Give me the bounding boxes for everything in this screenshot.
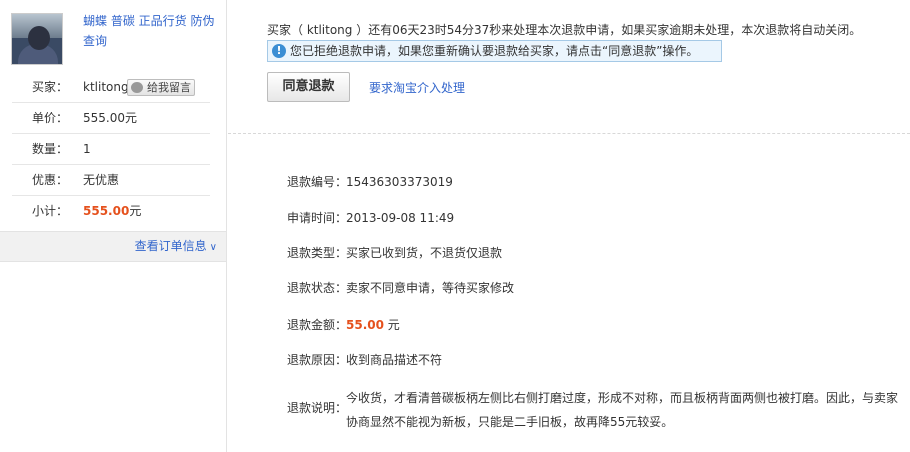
- refund-amount-unit: 元: [387, 318, 400, 332]
- unit-price-row: 单价： 555.00元: [12, 103, 210, 134]
- refund-description-label: 退款说明：: [287, 401, 348, 415]
- subtotal-row: 小计： 555.00元: [12, 196, 210, 227]
- refund-amount: 55.00: [346, 318, 384, 332]
- chevron-down-icon: ∨: [209, 242, 217, 253]
- agree-refund-button[interactable]: 同意退款: [267, 72, 350, 102]
- discount-value: 无优惠: [83, 173, 120, 187]
- refusal-tip-text: 您已拒绝退款申请，如果您重新确认要退款给买家，请点击“同意退款”操作。: [290, 44, 699, 58]
- buyer-row: 买家： ktlitong 给我留言: [12, 72, 210, 103]
- discount-label: 优惠：: [32, 173, 69, 187]
- refund-status-label: 退款状态：: [287, 281, 348, 295]
- quantity-value: 1: [83, 142, 91, 156]
- discount-row: 优惠： 无优惠: [12, 165, 210, 196]
- product-thumbnail[interactable]: [11, 13, 63, 65]
- section-divider: [228, 133, 910, 134]
- order-info-bar: 查看订单信息 ∨: [0, 231, 226, 262]
- leave-message-label: 给我留言: [147, 81, 191, 94]
- refund-type-label: 退款类型：: [287, 246, 348, 260]
- buyer-label: 买家：: [32, 80, 69, 94]
- request-intervention-link[interactable]: 要求淘宝介入处理: [369, 80, 465, 96]
- product-summary: 蝴蝶 普碳 正品行货 防伪查询: [0, 0, 227, 72]
- message-icon: [131, 82, 143, 93]
- subtotal-unit: 元: [129, 204, 142, 218]
- view-order-label: 查看订单信息: [134, 239, 207, 253]
- quantity-row: 数量： 1: [12, 134, 210, 165]
- refund-id-value: 15436303373019: [346, 175, 453, 189]
- subtotal-label: 小计：: [32, 204, 69, 218]
- order-sidebar: 蝴蝶 普碳 正品行货 防伪查询 买家： ktlitong 给我留言 单价： 55…: [0, 0, 227, 452]
- refund-amount-value: 55.00 元: [346, 315, 899, 335]
- refusal-tip: ! 您已拒绝退款申请，如果您重新确认要退款给买家，请点击“同意退款”操作。: [267, 40, 722, 62]
- subtotal-value: 555.00元: [83, 196, 141, 227]
- info-icon: !: [272, 44, 286, 58]
- refund-description-value: 今收货，才看清普碳板柄左侧比右侧打磨过度，形成不对称，而且板柄背面两侧也被打磨。…: [346, 391, 899, 429]
- unit-price-label: 单价：: [32, 111, 69, 125]
- quantity-label: 数量：: [32, 142, 69, 156]
- apply-time-label: 申请时间：: [287, 211, 348, 225]
- refund-id-label: 退款编号：: [287, 175, 348, 189]
- refund-reason-label: 退款原因：: [287, 353, 348, 367]
- refund-amount-label: 退款金额：: [287, 318, 348, 332]
- view-order-link[interactable]: 查看订单信息 ∨: [135, 238, 217, 256]
- product-title-link[interactable]: 蝴蝶 普碳 正品行货 防伪查询: [83, 11, 218, 51]
- refund-reason-value: 收到商品描述不符: [346, 353, 443, 367]
- unit-price-value: 555.00元: [83, 111, 137, 125]
- refund-status-value: 卖家不同意申请，等待买家修改: [346, 281, 515, 295]
- subtotal-amount: 555.00: [83, 204, 130, 218]
- leave-message-button[interactable]: 给我留言: [127, 79, 195, 96]
- buyer-name-link[interactable]: ktlitong: [83, 72, 129, 103]
- apply-time-value: 2013-09-08 11:49: [346, 211, 455, 225]
- refund-description-row: 退款说明： 今收货，才看清普碳板柄左侧比右侧打磨过度，形成不对称，而且板柄背面两…: [287, 386, 899, 434]
- countdown-notice: 买家（ ktlitong ）还有06天23时54分37秒来处理本次退款申请，如果…: [267, 23, 862, 37]
- refund-type-value: 买家已收到货，不退货仅退款: [346, 246, 503, 260]
